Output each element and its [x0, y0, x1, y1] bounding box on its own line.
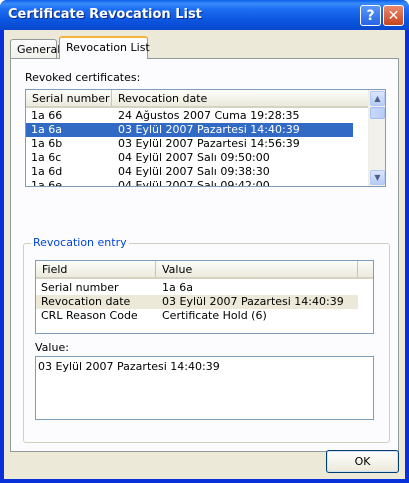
scroll-down-button[interactable]: ▼ [370, 170, 385, 185]
column-header-value[interactable]: Value [156, 261, 358, 277]
list-item[interactable]: 1a 6b 03 Eylül 2007 Pazartesi 14:56:39 [26, 137, 370, 151]
help-button[interactable]: ? [360, 5, 381, 26]
column-header-label: Serial number [32, 92, 110, 105]
column-header-label: Revocation date [118, 92, 208, 105]
column-header-field[interactable]: Field [36, 261, 156, 277]
title-bar[interactable]: Certificate Revocation List ? ✕ [0, 0, 409, 30]
list-header: Serial number Revocation date [26, 90, 385, 108]
revoked-certificates-list[interactable]: Serial number Revocation date 1a 66 24 A… [25, 89, 386, 187]
field-cell: Serial number [41, 281, 119, 294]
tab-revocation-list[interactable]: Revocation List [59, 36, 150, 59]
list-item[interactable]: 1a 66 24 Ağustos 2007 Cuma 19:28:35 [26, 109, 370, 123]
serial-number-cell: 1a 6b [31, 137, 63, 150]
list-item[interactable]: 1a 6c 04 Eylül 2007 Salı 09:50:00 [26, 151, 370, 165]
revocation-date-cell: 03 Eylül 2007 Pazartesi 14:40:39 [118, 123, 300, 136]
revocation-entry-group: Revocation entry Field Value Serial numb… [23, 236, 390, 443]
revocation-date-cell: 04 Eylül 2007 Salı 09:38:30 [118, 165, 270, 178]
table-row[interactable]: Serial number 1a 6a [36, 281, 358, 295]
value-label: Value: [35, 341, 69, 354]
serial-number-cell: 1a 6d [31, 165, 63, 178]
field-cell: CRL Reason Code [41, 309, 138, 322]
vertical-scrollbar[interactable]: ▲ ▼ [368, 90, 385, 186]
revocation-date-cell: 04 Eylül 2007 Salı 09:50:00 [118, 151, 270, 164]
ok-button-label: OK [354, 455, 371, 468]
tab-panel: Revoked certificates: Serial number Revo… [10, 58, 399, 452]
scroll-up-arrow-icon: ▲ [374, 94, 381, 103]
revocation-date-cell: 03 Eylül 2007 Pazartesi 14:56:39 [118, 137, 300, 150]
value-text-box[interactable]: 03 Eylül 2007 Pazartesi 14:40:39 [35, 356, 374, 420]
dialog-client-area: General Revocation List Revoked certific… [4, 30, 405, 479]
list-item[interactable]: 1a 6d 04 Eylül 2007 Salı 09:38:30 [26, 165, 370, 179]
column-header-serial-number[interactable]: Serial number [26, 90, 112, 106]
scroll-thumb[interactable] [370, 107, 385, 119]
value-cell: Certificate Hold (6) [162, 309, 267, 322]
serial-number-cell: 1a 6a [31, 123, 62, 136]
serial-number-cell: 1a 6c [31, 151, 62, 164]
value-cell: 1a 6a [162, 281, 193, 294]
revocation-date-cell: 04 Eylül 2007 Salı 09:42:00 [118, 179, 270, 187]
table-row[interactable]: CRL Reason Code Certificate Hold (6) [36, 309, 358, 323]
column-header-revocation-date[interactable]: Revocation date [112, 90, 370, 106]
scroll-up-button[interactable]: ▲ [370, 91, 385, 106]
list-header: Field Value [36, 261, 373, 279]
close-icon: ✕ [387, 7, 400, 24]
list-item-selected[interactable]: 1a 6a 03 Eylül 2007 Pazartesi 14:40:39 [26, 123, 353, 137]
revocation-date-cell: 24 Ağustos 2007 Cuma 19:28:35 [118, 109, 300, 122]
serial-number-cell: 1a 66 [31, 109, 63, 122]
close-button[interactable]: ✕ [383, 5, 404, 26]
dialog-window: Certificate Revocation List ? ✕ General … [0, 0, 409, 483]
window-title: Certificate Revocation List [8, 7, 202, 22]
revocation-entry-list[interactable]: Field Value Serial number 1a 6a Revocati… [35, 260, 374, 334]
column-header-label: Field [42, 263, 68, 276]
tab-revocation-list-label: Revocation List [66, 41, 150, 54]
serial-number-cell: 1a 6e [31, 179, 63, 187]
scroll-down-arrow-icon: ▼ [374, 173, 381, 182]
revoked-certificates-label: Revoked certificates: [25, 71, 141, 84]
field-cell: Revocation date [41, 295, 131, 308]
tab-general[interactable]: General [10, 39, 61, 59]
ok-button[interactable]: OK [326, 450, 399, 473]
value-cell: 03 Eylül 2007 Pazartesi 14:40:39 [162, 295, 344, 308]
table-row-highlighted[interactable]: Revocation date 03 Eylül 2007 Pazartesi … [36, 295, 358, 309]
value-text[interactable]: 03 Eylül 2007 Pazartesi 14:40:39 [38, 360, 220, 373]
help-icon: ? [366, 7, 375, 24]
revocation-entry-title: Revocation entry [31, 236, 129, 249]
list-item[interactable]: 1a 6e 04 Eylül 2007 Salı 09:42:00 [26, 179, 370, 187]
column-header-label: Value [162, 263, 193, 276]
tab-general-label: General [17, 43, 61, 56]
